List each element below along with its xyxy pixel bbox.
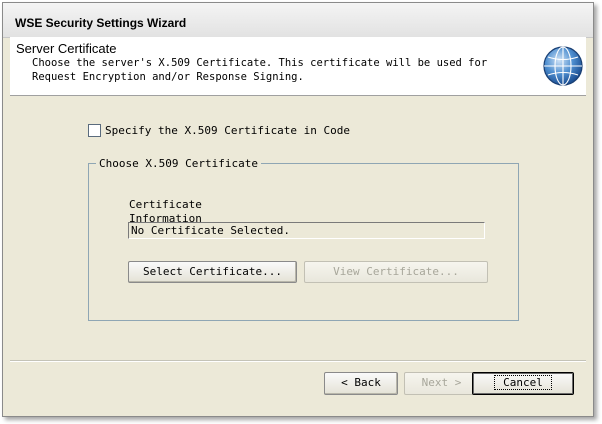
specify-in-code-checkbox[interactable] (88, 124, 101, 137)
page-title: Server Certificate (16, 41, 117, 56)
certificate-info-field: No Certificate Selected. (128, 222, 485, 239)
group-legend: Choose X.509 Certificate (96, 157, 261, 170)
footer-separator (10, 360, 586, 362)
page-description: Choose the server's X.509 Certificate. T… (32, 56, 502, 84)
cancel-button-label: Cancel (494, 375, 552, 390)
cancel-button[interactable]: Cancel (472, 372, 574, 395)
select-certificate-button[interactable]: Select Certificate... (128, 261, 297, 283)
view-certificate-button[interactable]: View Certificate... (304, 261, 488, 283)
specify-in-code-label[interactable]: Specify the X.509 Certificate in Code (105, 124, 350, 137)
title-bar[interactable]: WSE Security Settings Wizard (3, 3, 593, 38)
description-line-1: Choose the server's X.509 Certificate. T… (32, 57, 488, 69)
wizard-header: Server Certificate Choose the server's X… (10, 37, 586, 96)
wizard-window: WSE Security Settings Wizard Server Cert… (2, 2, 594, 417)
certificate-info-label-line-1: Certificate (129, 198, 202, 211)
next-button[interactable]: Next > (404, 372, 479, 395)
globe-icon (543, 46, 583, 86)
choose-certificate-group: Choose X.509 Certificate Certificate Inf… (88, 157, 519, 321)
back-button[interactable]: < Back (324, 372, 398, 395)
description-line-2: Request Encryption and/or Response Signi… (32, 71, 304, 83)
window-title: WSE Security Settings Wizard (15, 16, 187, 30)
